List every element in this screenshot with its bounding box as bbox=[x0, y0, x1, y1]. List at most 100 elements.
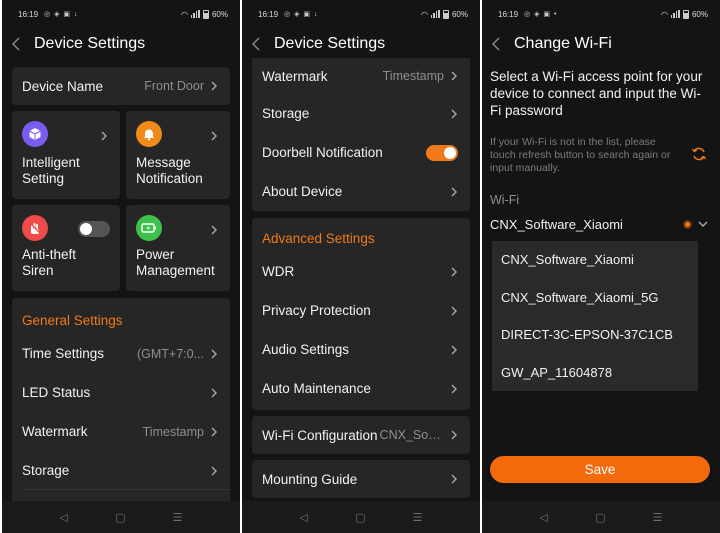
row-value: (GMT+7:0... bbox=[136, 346, 204, 361]
back-icon[interactable] bbox=[482, 37, 510, 51]
row-led-status[interactable]: LED Status bbox=[12, 373, 230, 412]
nav-back-icon[interactable]: ◁ bbox=[60, 511, 68, 524]
status-right: ◠ 60% bbox=[421, 9, 468, 19]
header: Change Wi-Fi bbox=[482, 28, 720, 60]
hint-text: If your Wi-Fi is not in the list, please… bbox=[490, 136, 671, 174]
tile-intelligent-setting[interactable]: Intelligent Setting bbox=[12, 111, 120, 199]
row-label: Storage bbox=[262, 106, 310, 121]
battery-icon bbox=[442, 9, 449, 19]
nav-home-icon[interactable]: ▢ bbox=[595, 511, 605, 524]
back-icon[interactable] bbox=[2, 37, 30, 51]
nav-recents-icon[interactable]: ☰ bbox=[413, 511, 423, 524]
chevron-right-icon bbox=[211, 427, 217, 436]
status-bar: 16:19 ◎ ◈ ▣ • ◠ 60% bbox=[482, 0, 720, 28]
row-label: Watermark bbox=[22, 424, 88, 439]
header: Device Settings bbox=[242, 28, 480, 60]
section-advanced-settings: Advanced Settings bbox=[262, 231, 375, 246]
row-label: Audio Settings bbox=[262, 342, 350, 357]
status-bar: 16:19 ◎ ◈ ▣ ↓ ◠ 60% bbox=[242, 0, 480, 28]
notification-icons: ◎ ◈ ▣ • bbox=[524, 11, 558, 18]
hand-stop-icon bbox=[22, 215, 48, 241]
wifi-option[interactable]: GW_AP_11604878 bbox=[492, 354, 698, 392]
chevron-right-icon bbox=[451, 267, 457, 276]
row-audio-settings[interactable]: Audio Settings bbox=[252, 330, 470, 369]
nav-back-icon[interactable]: ◁ bbox=[540, 511, 548, 524]
row-time-settings[interactable]: Time Settings (GMT+7:0... bbox=[12, 334, 230, 373]
wifi-dropdown-list: CNX_Software_Xiaomi CNX_Software_Xiaomi_… bbox=[492, 241, 698, 391]
row-label: Time Settings bbox=[22, 346, 105, 361]
row-value: CNX_Soft... bbox=[379, 428, 444, 442]
battery-charging-icon bbox=[136, 215, 162, 241]
page-title: Change Wi-Fi bbox=[514, 35, 612, 52]
tile-label: Message Notification bbox=[136, 155, 203, 186]
notification-icons: ◎ ◈ ▣ ↓ bbox=[44, 11, 79, 18]
anti-theft-toggle[interactable] bbox=[78, 221, 110, 237]
device-name-row[interactable]: Device Name Front Door bbox=[12, 67, 230, 105]
wifi-option[interactable]: CNX_Software_Xiaomi_5G bbox=[492, 279, 698, 317]
row-storage[interactable]: Storage bbox=[12, 451, 230, 490]
device-settings-scrolled-screen: 16:19 ◎ ◈ ▣ ↓ ◠ 60% Device Settings Wate… bbox=[242, 0, 480, 533]
chevron-right-icon bbox=[451, 187, 457, 196]
row-watermark[interactable]: Watermark Timestamp bbox=[12, 412, 230, 451]
row-value: Timestamp bbox=[382, 69, 444, 83]
row-label: About Device bbox=[262, 184, 343, 199]
status-bar: 16:19 ◎ ◈ ▣ ↓ ◠ 60% bbox=[2, 0, 240, 28]
doorbell-notification-toggle[interactable] bbox=[426, 144, 458, 161]
battery-percent: 60% bbox=[211, 9, 228, 19]
nav-bar: ◁ ▢ ☰ bbox=[242, 501, 480, 533]
chevron-right-icon bbox=[451, 384, 457, 393]
battery-icon bbox=[202, 9, 209, 19]
nav-back-icon[interactable]: ◁ bbox=[300, 511, 308, 524]
row-label: Mounting Guide bbox=[262, 471, 358, 487]
nav-home-icon[interactable]: ▢ bbox=[115, 511, 125, 524]
wifi-option[interactable]: CNX_Software_Xiaomi bbox=[492, 241, 698, 279]
nav-recents-icon[interactable]: ☰ bbox=[653, 511, 663, 524]
row-label: WDR bbox=[262, 264, 295, 279]
signal-icon bbox=[430, 10, 440, 18]
intro-text: Select a Wi-Fi access point for your dev… bbox=[490, 69, 703, 118]
chevron-right-icon bbox=[451, 345, 457, 354]
nav-recents-icon[interactable]: ☰ bbox=[173, 511, 183, 524]
wifi-configuration-row[interactable]: Wi-Fi Configuration CNX_Soft... bbox=[252, 416, 470, 454]
row-wdr[interactable]: WDR bbox=[252, 252, 470, 291]
row-watermark[interactable]: Watermark Timestamp bbox=[252, 58, 470, 94]
general-settings-card: Watermark Timestamp Storage Doorbell Not… bbox=[252, 58, 470, 211]
row-label: Auto Maintenance bbox=[262, 381, 371, 396]
tile-power-management[interactable]: Power Management bbox=[126, 205, 230, 291]
tile-message-notification[interactable]: Message Notification bbox=[126, 111, 230, 199]
wifi-select[interactable]: CNX_Software_Xiaomi bbox=[490, 214, 708, 234]
wifi-label: Wi-Fi bbox=[490, 193, 520, 207]
signal-icon bbox=[190, 10, 200, 18]
mounting-guide-row[interactable]: Mounting Guide bbox=[252, 460, 470, 498]
row-about-device[interactable]: About Device bbox=[252, 172, 470, 211]
chevron-right-icon bbox=[211, 225, 217, 235]
status-time: 16:19 bbox=[498, 9, 519, 19]
nav-home-icon[interactable]: ▢ bbox=[355, 511, 365, 524]
row-label: LED Status bbox=[22, 385, 91, 400]
row-label: Privacy Protection bbox=[262, 303, 371, 318]
status-right: ◠ 60% bbox=[661, 9, 708, 19]
row-doorbell-notification: Doorbell Notification bbox=[252, 133, 470, 172]
chevron-right-icon bbox=[451, 306, 457, 315]
row-privacy-protection[interactable]: Privacy Protection bbox=[252, 291, 470, 330]
save-button[interactable]: Save bbox=[490, 456, 710, 483]
wifi-status-icon: ◠ bbox=[421, 9, 428, 19]
signal-icon bbox=[670, 10, 680, 18]
chevron-right-icon bbox=[451, 430, 457, 440]
advanced-settings-card: Advanced Settings WDR Privacy Protection… bbox=[252, 218, 470, 410]
chevron-right-icon bbox=[211, 349, 217, 358]
row-auto-maintenance[interactable]: Auto Maintenance bbox=[252, 369, 470, 408]
battery-percent: 60% bbox=[451, 9, 468, 19]
header: Device Settings bbox=[2, 28, 240, 60]
row-label: Wi-Fi Configuration bbox=[262, 427, 378, 443]
chevron-right-icon bbox=[451, 109, 457, 118]
bell-icon bbox=[136, 121, 162, 147]
row-label: Doorbell Notification bbox=[262, 145, 383, 160]
device-name-label: Device Name bbox=[22, 78, 104, 94]
back-icon[interactable] bbox=[242, 37, 270, 51]
wifi-option[interactable]: DIRECT-3C-EPSON-37C1CB bbox=[492, 316, 698, 354]
row-storage[interactable]: Storage bbox=[252, 94, 470, 133]
change-wifi-screen: 16:19 ◎ ◈ ▣ • ◠ 60% Change Wi-Fi Select … bbox=[482, 0, 720, 533]
cube-icon bbox=[22, 121, 48, 147]
refresh-icon[interactable] bbox=[691, 146, 707, 162]
